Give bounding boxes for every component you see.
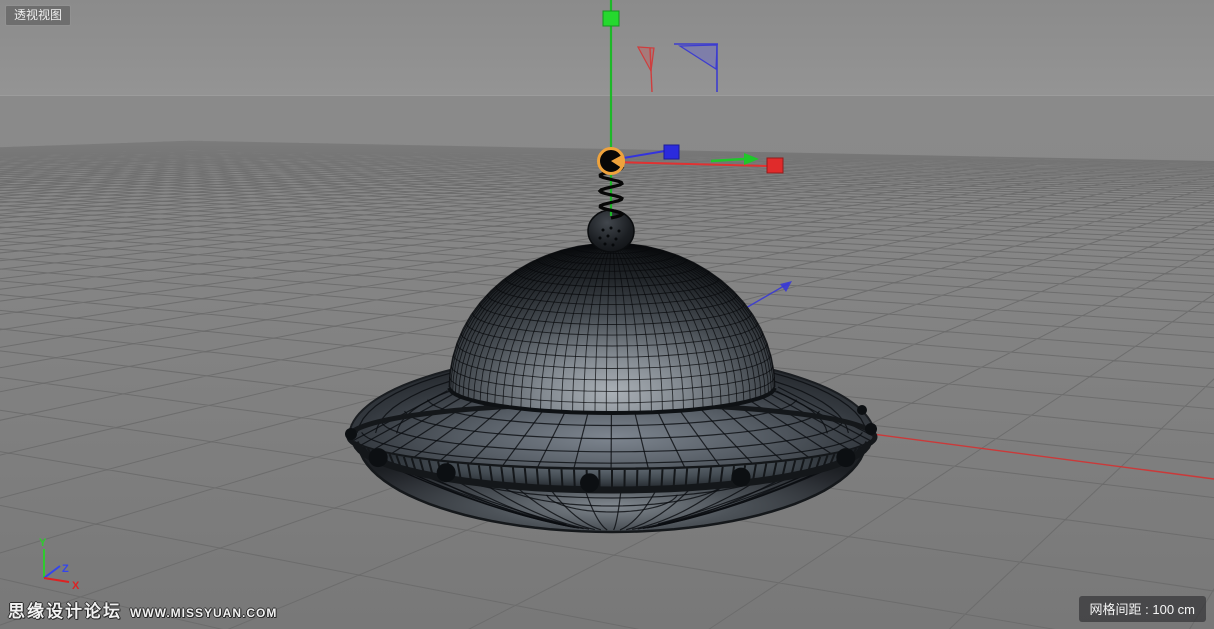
viewport-label[interactable]: 透视视图	[5, 5, 71, 26]
axis-y-label: Y	[39, 537, 47, 549]
x-axis-handle[interactable]	[767, 158, 783, 173]
watermark-site-name: 思缘设计论坛	[8, 602, 122, 621]
watermark: 思缘设计论坛 WWW.MISSYUAN.COM	[8, 597, 277, 622]
axis-z-label: Z	[62, 563, 69, 575]
application-window: Y Z X 透视视图 思缘设计论坛 WWW.MISSYUAN.COM 网格间距 :…	[0, 0, 1214, 629]
z-axis-handle[interactable]	[664, 145, 679, 159]
axis-x-label: X	[72, 580, 80, 592]
viewport-3d[interactable]: Y Z X	[0, 0, 1214, 629]
watermark-site-url: WWW.MISSYUAN.COM	[130, 606, 277, 620]
antenna-knob	[588, 210, 634, 252]
y-axis-handle[interactable]	[603, 11, 619, 26]
grid-spacing-label: 网格间距 : 100 cm	[1079, 596, 1206, 622]
